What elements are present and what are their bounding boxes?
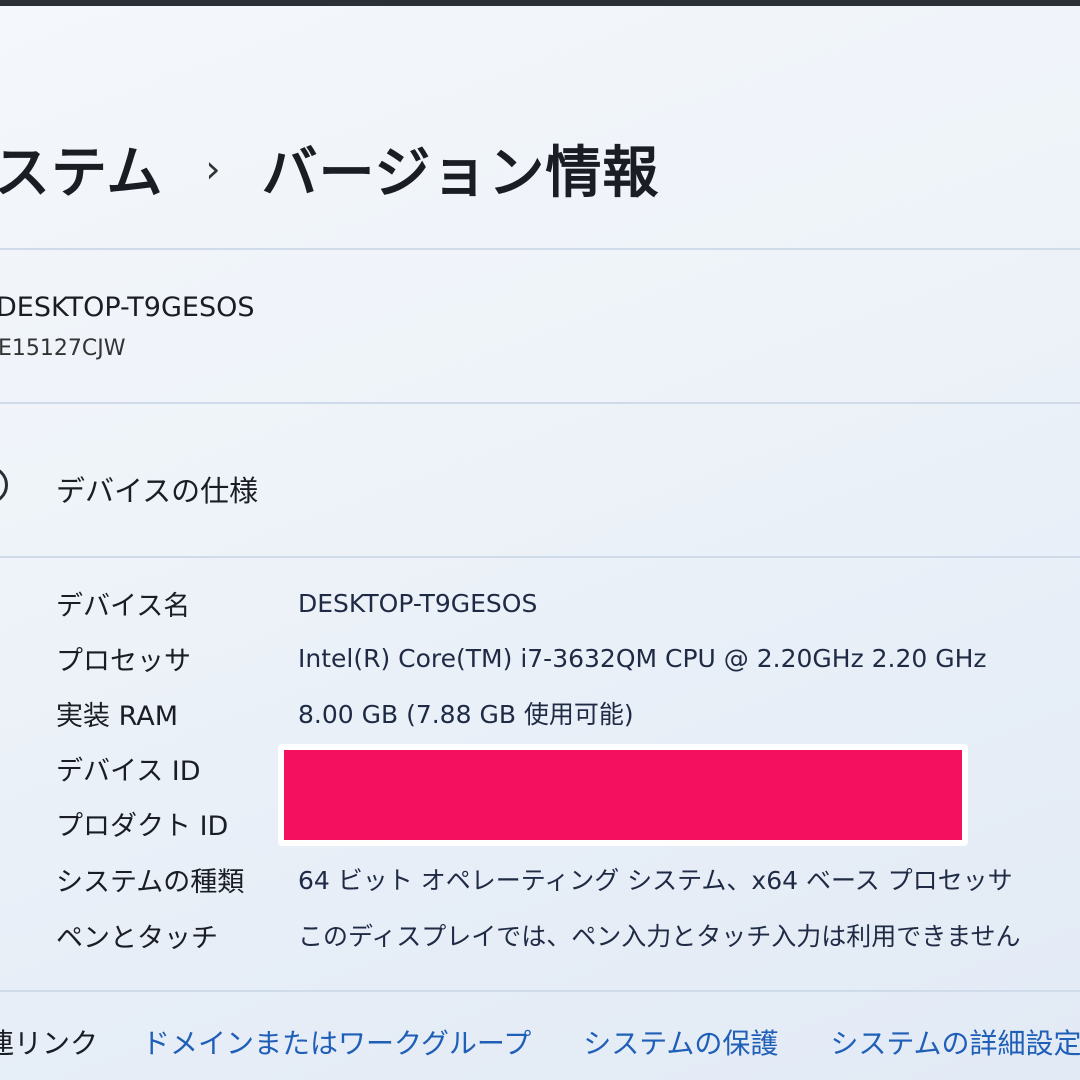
redaction-box <box>278 744 968 846</box>
related-links: 連リンク ドメインまたはワークグループ システムの保護 システムの詳細設定 <box>0 1022 1080 1062</box>
device-name-heading: DESKTOP-T9GESOS <box>0 292 255 323</box>
breadcrumb-parent[interactable]: ステム <box>0 128 163 209</box>
spec-value: DESKTOP-T9GESOS <box>298 588 538 618</box>
spec-label: デバイス名 <box>56 590 191 622</box>
spec-value: Intel(R) Core(TM) i7-3632QM CPU @ 2.20GH… <box>298 643 987 673</box>
divider <box>0 556 1080 558</box>
spec-label: デバイス ID <box>56 755 201 787</box>
spec-row-system-type: システムの種類 64 ビット オペレーティング システム、x64 ベース プロセ… <box>56 854 1013 904</box>
spec-row-product-id: プロダクト ID <box>56 798 298 848</box>
spec-label: ペンとタッチ <box>56 922 218 954</box>
info-icon <box>0 466 8 504</box>
spec-row-device-name: デバイス名 DESKTOP-T9GESOS <box>56 578 537 628</box>
breadcrumb: ステム › バージョン情報 <box>0 128 659 209</box>
spec-value: このディスプレイでは、ペン入力とタッチ入力は利用できません <box>298 922 1021 951</box>
divider <box>0 402 1080 404</box>
spec-row-processor: プロセッサ Intel(R) Core(TM) i7-3632QM CPU @ … <box>56 633 987 683</box>
spec-row-device-id: デバイス ID <box>56 743 298 793</box>
chevron-right-icon: › <box>205 146 222 191</box>
divider <box>0 248 1080 250</box>
spec-label: プロセッサ <box>56 645 191 677</box>
spec-value: 8.00 GB (7.88 GB 使用可能) <box>298 700 634 729</box>
divider <box>0 990 1080 992</box>
spec-label: プロダクト ID <box>56 810 229 842</box>
spec-row-ram: 実装 RAM 8.00 GB (7.88 GB 使用可能) <box>56 688 634 738</box>
device-specs-title: デバイスの仕様 <box>56 474 259 508</box>
link-system-protection[interactable]: システムの保護 <box>583 1022 778 1062</box>
spec-value: 64 ビット オペレーティング システム、x64 ベース プロセッサ <box>298 866 1013 895</box>
window-top-edge <box>0 0 1080 6</box>
link-advanced-system-settings[interactable]: システムの詳細設定 <box>830 1022 1080 1062</box>
device-specs-header[interactable]: デバイスの仕様 <box>0 462 1080 514</box>
page-title: バージョン情報 <box>261 141 660 206</box>
related-links-label: 連リンク <box>0 1027 99 1060</box>
spec-label: 実装 RAM <box>56 700 179 732</box>
device-model: E15127CJW <box>0 336 126 361</box>
spec-row-pen-touch: ペンとタッチ このディスプレイでは、ペン入力とタッチ入力は利用できません <box>56 910 1021 960</box>
spec-label: システムの種類 <box>56 866 245 898</box>
link-domain-workgroup[interactable]: ドメインまたはワークグループ <box>142 1022 531 1062</box>
